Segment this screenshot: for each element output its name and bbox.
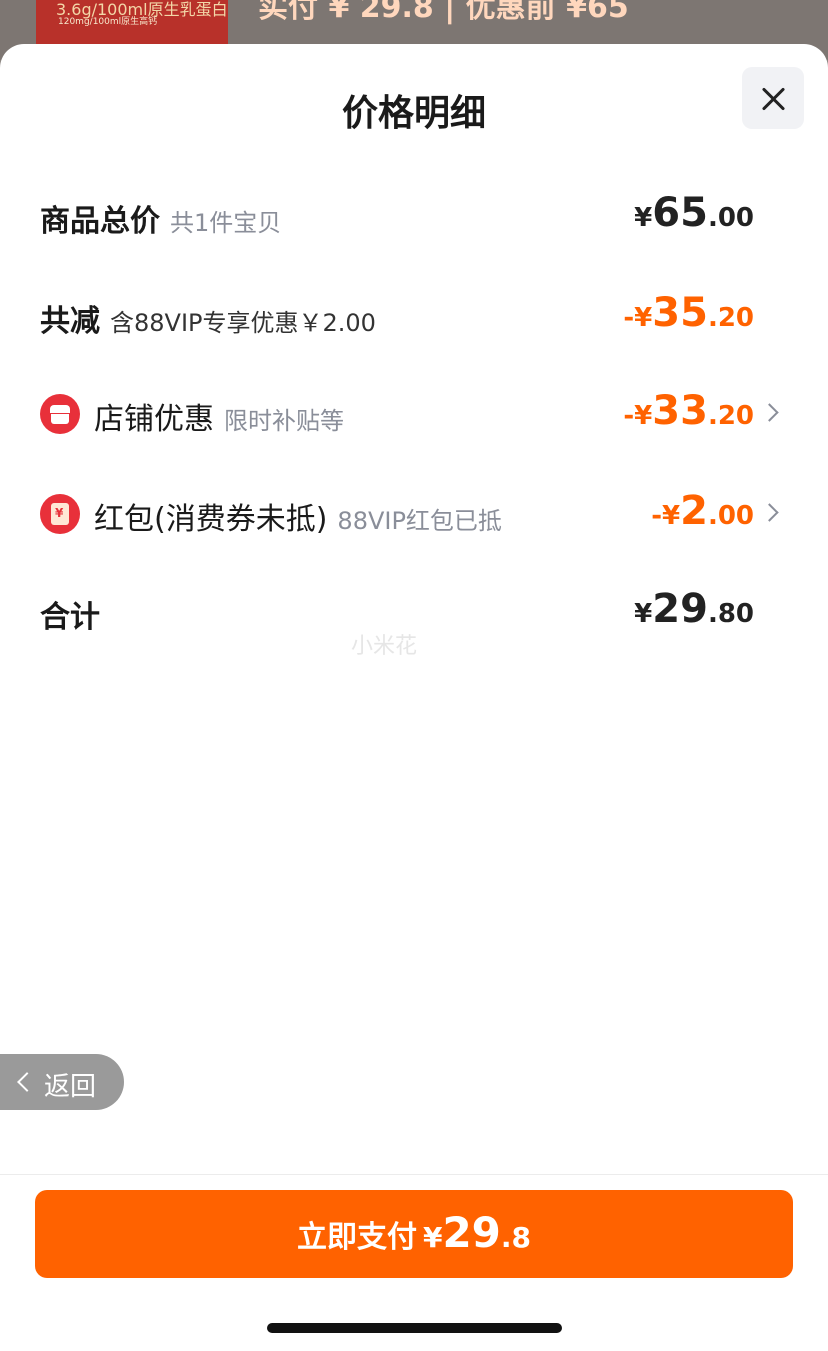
red-packet-amount: -¥2.00 (651, 488, 754, 534)
row-label: 红包(消费券未抵) 88VIP红包已抵 (94, 502, 502, 537)
row-total-price: 商品总价 共1件宝贝 ¥65.00 (40, 184, 788, 244)
total-price-amount: ¥65.00 (634, 190, 754, 236)
back-button[interactable]: 返回 (0, 1054, 124, 1110)
row-label: 商品总价 共1件宝贝 (40, 204, 282, 239)
pay-amount-dec: .8 (500, 1221, 532, 1254)
pay-label: 立即支付 (296, 1220, 417, 1255)
price-detail-sheet: 价格明细 商品总价 共1件宝贝 ¥65.00 共减 含88VIP专享优惠￥2.00 … (0, 44, 828, 1351)
row-sub: 含88VIP专享优惠￥2.00 (110, 309, 376, 337)
row-label: 合计 (40, 600, 100, 635)
pay-amount-int: 29 (442, 1208, 501, 1257)
watermark: 小米花 (351, 634, 418, 659)
back-label: 返回 (44, 1072, 97, 1102)
row-sub: 限时补贴等 (224, 407, 344, 435)
row-shop-discount[interactable]: 店铺优惠 限时补贴等 -¥33.20 (40, 382, 788, 442)
chevron-left-icon (17, 1072, 37, 1092)
sum-amount: ¥29.80 (634, 586, 754, 632)
chevron-right-icon[interactable] (760, 503, 779, 522)
pay-now-button[interactable]: 立即支付 ¥29.8 (35, 1190, 793, 1278)
sheet-title: 价格明细 (341, 93, 486, 134)
row-sub: 共1件宝贝 (170, 209, 282, 237)
reduction-amount: -¥35.20 (623, 290, 754, 336)
home-indicator (267, 1323, 562, 1333)
row-label: 店铺优惠 限时补贴等 (94, 402, 344, 437)
red-packet-icon (40, 494, 80, 534)
background-price-text: 实付 ¥ 29.8 | 优惠前 ¥65 (258, 0, 629, 25)
close-button[interactable] (742, 67, 804, 129)
chevron-right-icon[interactable] (760, 403, 779, 422)
row-total-reduction: 共减 含88VIP专享优惠￥2.00 -¥35.20 (40, 284, 788, 344)
shop-discount-amount: -¥33.20 (623, 388, 754, 434)
thumbnail-subtitle: 120mg/100ml原生高钙 (58, 17, 158, 27)
product-thumbnail: 3.6g/100ml原生乳蛋白 120mg/100ml原生高钙 (36, 0, 228, 48)
divider (0, 1174, 828, 1175)
shop-icon (40, 394, 80, 434)
row-label: 共减 含88VIP专享优惠￥2.00 (40, 304, 376, 339)
row-red-packet[interactable]: 红包(消费券未抵)88VIP红包已抵 -¥2.00 (40, 482, 788, 542)
pay-currency: ¥ (422, 1221, 443, 1254)
row-sub: 88VIP红包已抵 (337, 507, 502, 535)
